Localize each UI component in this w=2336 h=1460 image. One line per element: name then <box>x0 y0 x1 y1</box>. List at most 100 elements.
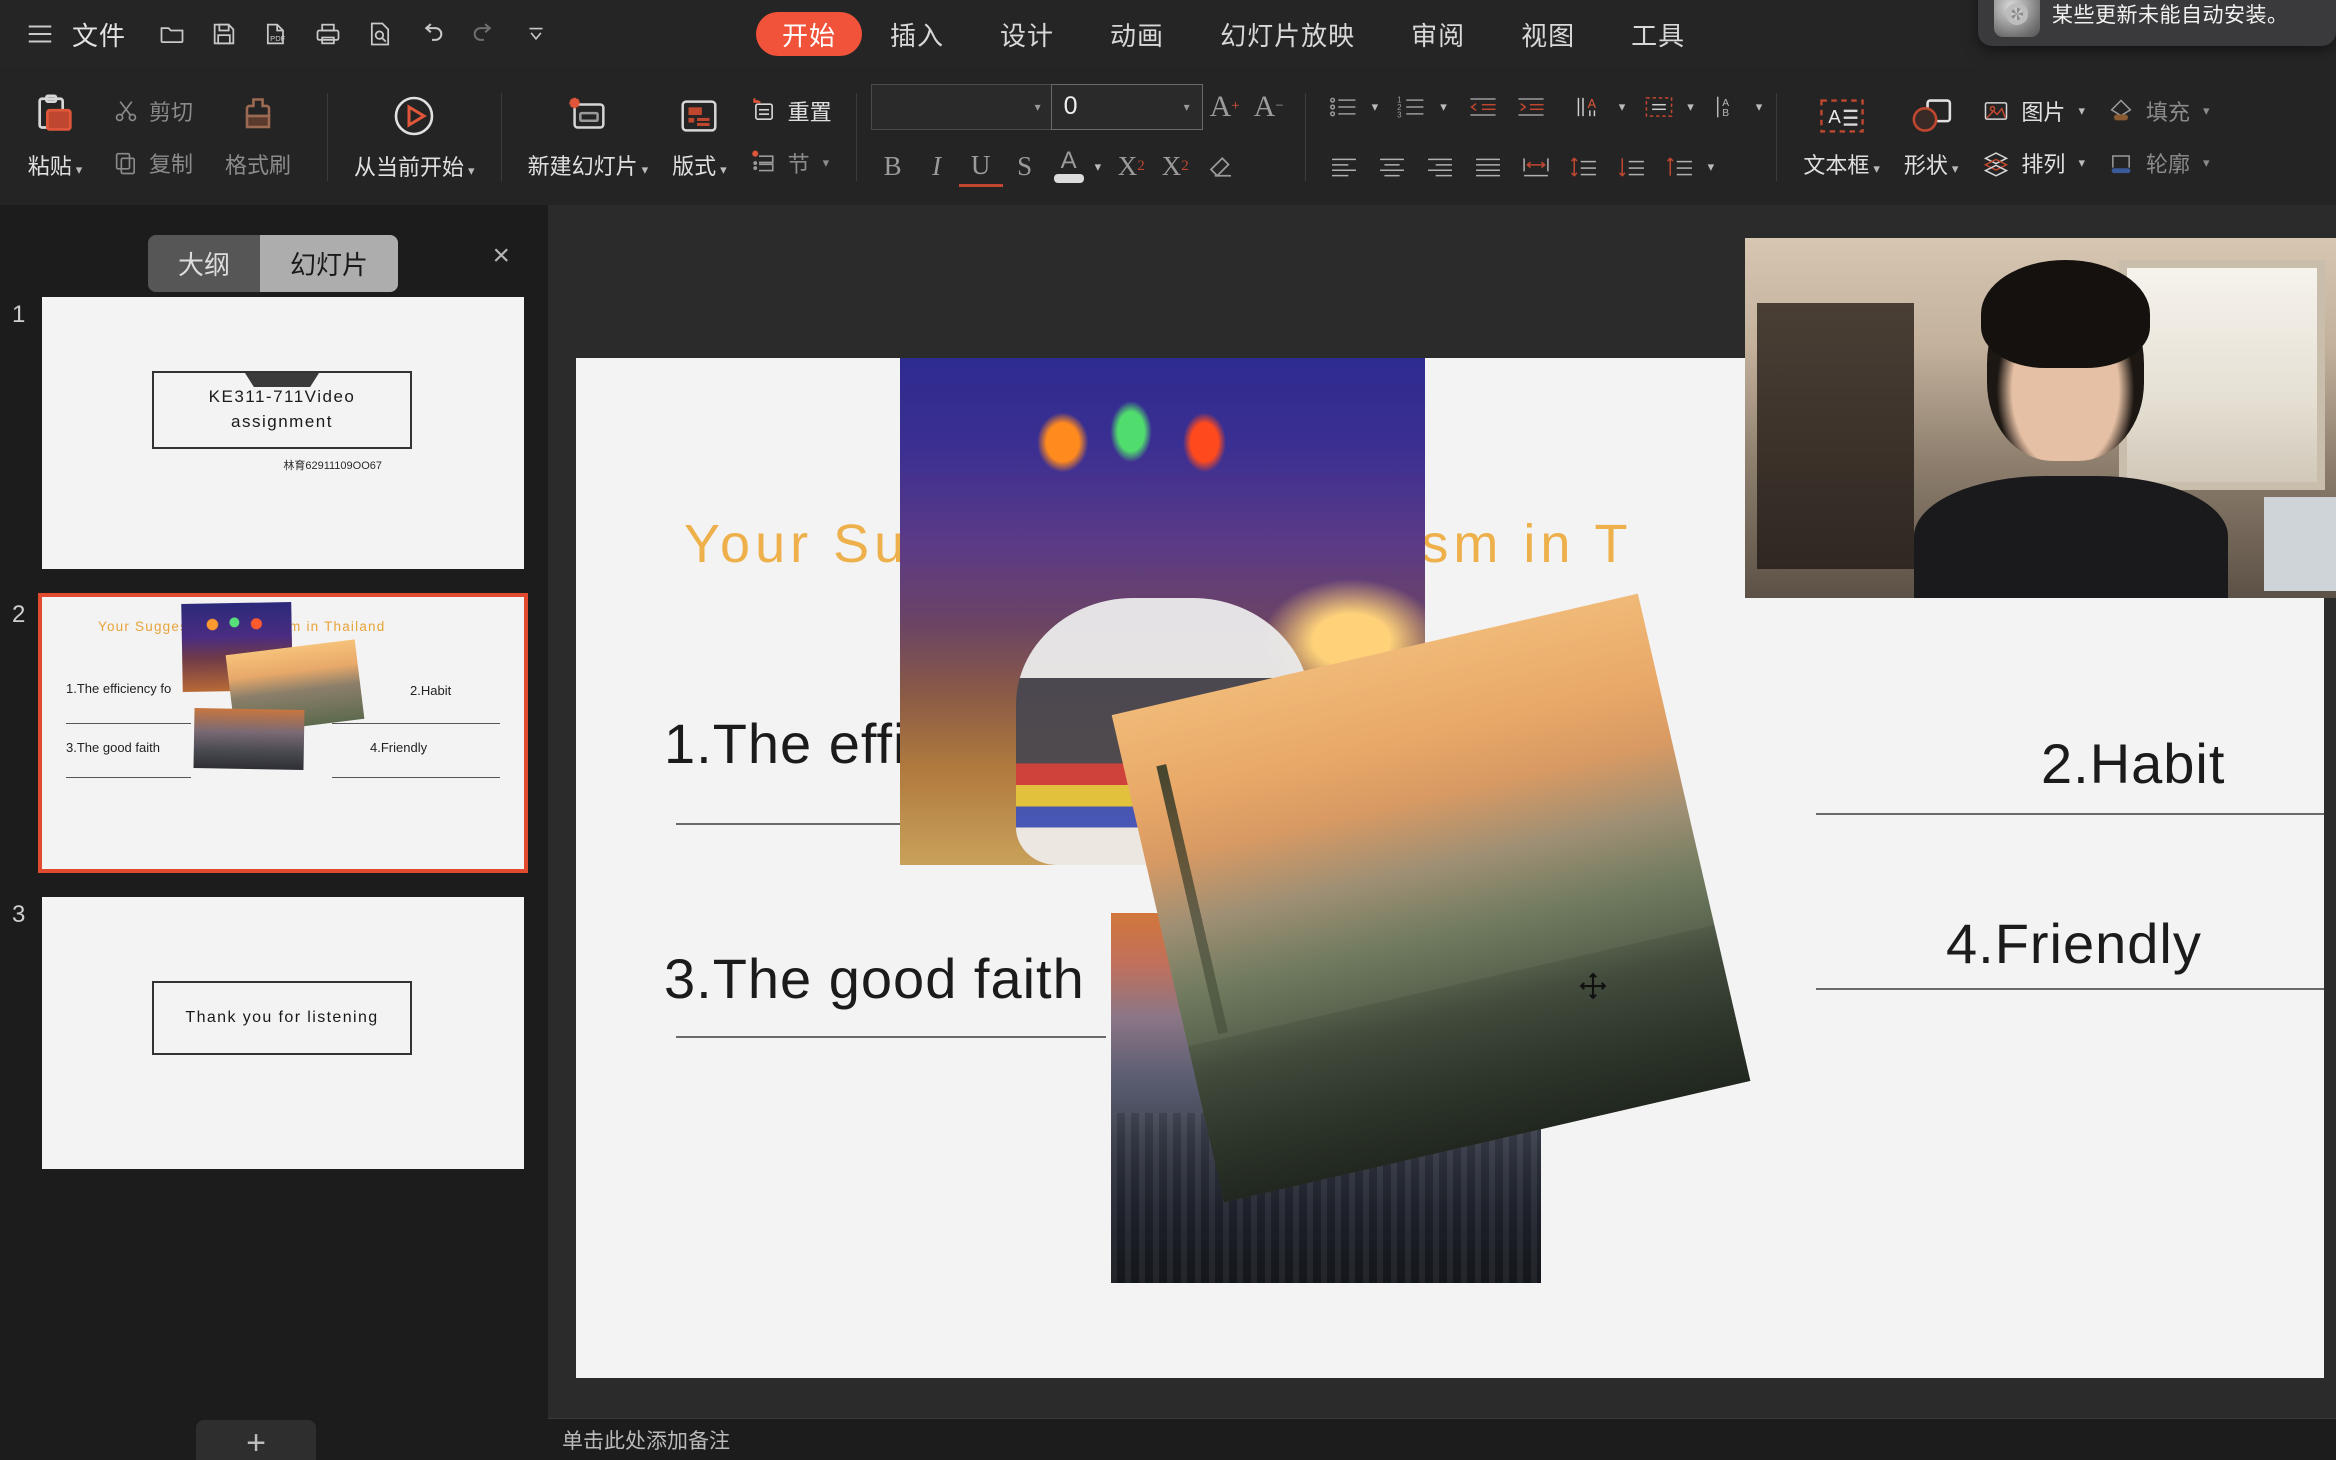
reset-button[interactable]: 重置 <box>739 92 842 130</box>
justify-icon[interactable] <box>1464 144 1512 190</box>
file-menu[interactable]: 文件 <box>66 16 138 53</box>
text-color-chevron-icon[interactable]: ▾ <box>1095 159 1102 175</box>
paragraph-spacing-up-icon[interactable] <box>1656 144 1704 190</box>
bullet-list-chevron-icon[interactable]: ▾ <box>1372 99 1379 115</box>
font-row: ▾ 0 ▾ A + A − <box>870 83 1291 130</box>
tab-start[interactable]: 开始 <box>756 12 863 56</box>
slide-thumbnail-3[interactable]: 3 Thank you for listening <box>0 891 548 1191</box>
paragraph-spacing-icon[interactable] <box>1608 144 1656 190</box>
increase-font-size-icon[interactable]: A + <box>1203 84 1247 130</box>
shape-button[interactable]: 形状 ▾ <box>1892 75 1971 199</box>
arrange-button[interactable]: 排列 ▾ <box>1970 144 2095 182</box>
slide-thumb-canvas[interactable]: Thank you for listening <box>42 897 524 1169</box>
numbered-list-chevron-icon[interactable]: ▾ <box>1440 99 1447 115</box>
view-slides-tab[interactable]: 幻灯片 <box>260 235 399 292</box>
align-center-icon[interactable] <box>1368 144 1416 190</box>
tab-review[interactable]: 审阅 <box>1383 12 1493 56</box>
cut-button[interactable]: 剪切 <box>102 92 203 130</box>
undo-icon[interactable] <box>406 10 458 58</box>
subscript-button[interactable]: X2 <box>1153 144 1197 190</box>
save-icon[interactable] <box>198 10 250 58</box>
tab-insert[interactable]: 插入 <box>862 12 972 56</box>
slide-thumb-canvas[interactable]: Your Suggestions to Tourism in Thailand … <box>38 593 528 873</box>
decrease-indent-icon[interactable] <box>1459 84 1507 130</box>
text-color-button[interactable]: A <box>1047 144 1091 190</box>
thumb2-item-4: 4.Friendly <box>370 740 428 755</box>
text-direction-icon[interactable]: A <box>1567 84 1615 130</box>
underline-button[interactable]: U <box>958 147 1003 187</box>
bullet-text-3[interactable]: 3.The good faith <box>664 948 1085 1010</box>
export-pdf-icon[interactable]: PDF <box>250 10 302 58</box>
font-size-input[interactable]: 0 ▾ <box>1050 83 1203 130</box>
webcam-person-body <box>1914 475 2229 598</box>
increase-indent-icon[interactable] <box>1507 84 1555 130</box>
add-slide-button[interactable]: + <box>196 1420 316 1460</box>
decrease-font-size-icon[interactable]: A − <box>1247 84 1291 130</box>
slide-thumbnail-1[interactable]: 1 KE311-711Video assignment 林育62911109OO… <box>0 291 548 591</box>
align-text-in-box-icon[interactable] <box>1635 84 1683 130</box>
close-panel-icon[interactable]: × <box>492 241 510 271</box>
vertical-text-chevron-icon[interactable]: ▾ <box>1756 99 1763 115</box>
new-slide-button[interactable]: 新建幻灯片 ▾ <box>516 75 661 199</box>
bullet-list-icon[interactable] <box>1320 84 1368 130</box>
play-from-current-button[interactable]: 从当前开始 ▾ <box>342 75 487 199</box>
menu-bar: 文件 PDF 开始 插入 设计 动画 幻灯片放映 审阅 视图 工具 某些更新未能… <box>0 0 2336 68</box>
slides-small-buttons: 重置 节 ▾ <box>739 75 842 199</box>
paste-button[interactable]: 粘贴 ▾ <box>8 75 102 199</box>
notes-placeholder-bar[interactable]: 单击此处添加备注 <box>548 1418 2336 1460</box>
slide-thumbnail-2[interactable]: 2 Your Suggestions to Tourism in Thailan… <box>0 591 548 891</box>
view-outline-tab[interactable]: 大纲 <box>148 235 260 292</box>
tab-design[interactable]: 设计 <box>972 12 1082 56</box>
customize-chevron-icon[interactable] <box>510 10 562 58</box>
tab-slideshow[interactable]: 幻灯片放映 <box>1192 12 1383 56</box>
outline-button[interactable]: 轮廓 ▾ <box>2095 144 2220 182</box>
layout-button[interactable]: 版式 ▾ <box>660 75 739 199</box>
chevron-down-icon[interactable]: ▾ <box>1035 100 1041 114</box>
clear-format-eraser-icon[interactable] <box>1197 144 1245 190</box>
align-left-icon[interactable] <box>1320 144 1368 190</box>
paragraph-row-1: ▾ 1 2 3 ▾ A ▾ ▾ A B ▾ <box>1320 84 1763 130</box>
numbered-list-icon[interactable]: 1 2 3 <box>1388 84 1436 130</box>
distribute-icon[interactable] <box>1512 144 1560 190</box>
align-right-icon[interactable] <box>1416 144 1464 190</box>
tab-tools[interactable]: 工具 <box>1603 12 1713 56</box>
webcam-cabinet <box>1757 302 1915 570</box>
slide-thumb-canvas[interactable]: KE311-711Video assignment 林育62911109OO67 <box>42 297 524 569</box>
print-icon[interactable] <box>302 10 354 58</box>
section-button[interactable]: 节 ▾ <box>739 144 842 182</box>
line-spacing-icon[interactable] <box>1560 144 1608 190</box>
open-folder-icon[interactable] <box>146 10 198 58</box>
divider <box>500 92 502 181</box>
strikethrough-button[interactable]: S <box>1003 144 1047 190</box>
thumb2-rule-4 <box>332 777 500 778</box>
font-name-input[interactable]: ▾ <box>870 83 1051 130</box>
hamburger-menu-icon[interactable] <box>14 10 66 58</box>
textbox-button[interactable]: A 文本框 ▾ <box>1791 75 1892 199</box>
text-direction-chevron-icon[interactable]: ▾ <box>1619 99 1626 115</box>
bullet-text-4[interactable]: 4.Friendly <box>1946 913 2202 975</box>
italic-button[interactable]: I <box>915 144 959 190</box>
bold-button[interactable]: B <box>871 144 915 190</box>
superscript-button[interactable]: X2 <box>1109 144 1153 190</box>
tab-animation[interactable]: 动画 <box>1082 12 1192 56</box>
cut-label: 剪切 <box>149 99 194 125</box>
bullet-text-2[interactable]: 2.Habit <box>2041 733 2225 795</box>
thumb2-rule-1 <box>66 723 191 724</box>
format-painter-button[interactable]: 格式刷 <box>203 75 313 199</box>
copy-button[interactable]: 复制 <box>102 144 203 182</box>
layout-label: 版式 ▾ <box>672 153 727 179</box>
spacing-chevron-icon[interactable]: ▾ <box>1708 159 1715 175</box>
vertical-text-icon[interactable]: A B <box>1704 84 1752 130</box>
fill-button[interactable]: 填充 ▾ <box>2095 92 2220 130</box>
svg-text:3: 3 <box>1397 110 1402 119</box>
webcam-video-overlay[interactable] <box>1745 238 2336 598</box>
reset-label: 重置 <box>787 99 832 125</box>
system-notification[interactable]: 某些更新未能自动安装。 <box>1978 0 2336 46</box>
print-preview-icon[interactable] <box>354 10 406 58</box>
tab-view[interactable]: 视图 <box>1493 12 1603 56</box>
wps-presentation-window: 文件 PDF 开始 插入 设计 动画 幻灯片放映 审阅 视图 工具 某些更新未能… <box>0 0 2336 1460</box>
picture-button[interactable]: 图片 ▾ <box>1970 92 2095 130</box>
redo-icon[interactable] <box>458 10 510 58</box>
chevron-down-icon[interactable]: ▾ <box>1184 100 1190 114</box>
align-box-chevron-icon[interactable]: ▾ <box>1687 99 1694 115</box>
